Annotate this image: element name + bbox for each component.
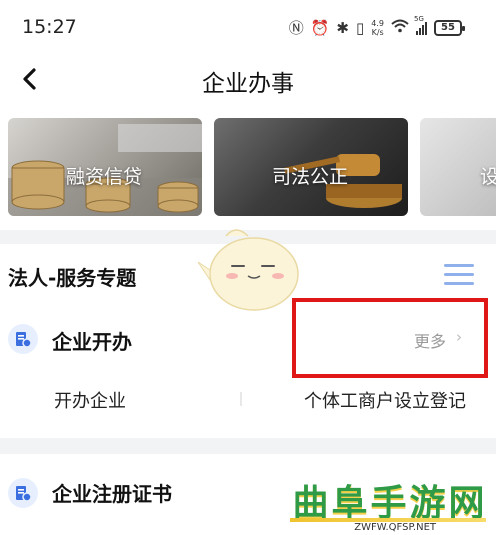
banner-finance-credit[interactable]: 融资信贷 xyxy=(8,118,202,216)
watermark-logo: 曲阜手游网 xyxy=(288,474,492,524)
category-title[interactable]: 企业注册证书 xyxy=(52,478,172,507)
nav-bar: 企业办事 xyxy=(0,56,496,106)
network-speed-value: 4.9 xyxy=(371,18,384,28)
page-title: 企业办事 xyxy=(202,71,294,97)
banner-carousel[interactable]: 融资信贷 司法公正 设 xyxy=(0,106,496,230)
certificate-icon xyxy=(8,478,38,508)
vibrate-icon: ▯ xyxy=(356,18,365,37)
status-icons: Ⓝ ⏰ ✱ ▯ 4.9 K/s 5G 55 xyxy=(288,15,465,38)
banner-label: 设 xyxy=(480,166,496,188)
list-menu-icon[interactable] xyxy=(444,262,474,288)
network-speed-unit: K/s xyxy=(371,27,384,37)
highlight-box xyxy=(292,298,488,378)
watermark-url: ZWFW.QFSP.NET xyxy=(354,522,436,533)
status-bar: 15:27 Ⓝ ⏰ ✱ ▯ 4.9 K/s 5G 55 xyxy=(0,0,496,56)
enterprise-icon xyxy=(8,324,38,354)
banner-judicial-fairness[interactable]: 司法公正 xyxy=(214,118,408,216)
banner-label: 司法公正 xyxy=(272,166,349,188)
banner-label: 融资信贷 xyxy=(66,166,143,188)
banner-partial[interactable]: 设 xyxy=(420,118,496,216)
mascot-image xyxy=(197,229,299,311)
wifi-icon xyxy=(391,19,409,37)
signal-label: 5G xyxy=(414,14,424,23)
service-item-individual-business-registration[interactable]: 个体工商户设立登记 xyxy=(304,387,466,413)
section-title: 法人-服务专题 xyxy=(8,266,137,290)
status-time: 15:27 xyxy=(22,16,77,38)
alarm-icon: ⏰ xyxy=(310,18,330,37)
cellular-signal-icon: 5G xyxy=(414,15,427,35)
item-divider xyxy=(240,392,242,406)
battery-level: 55 xyxy=(441,22,455,33)
category-title: 企业开办 xyxy=(52,330,132,354)
battery-icon: 55 xyxy=(434,19,465,36)
bluetooth-icon: ✱ xyxy=(336,18,349,37)
network-speed: 4.9 K/s xyxy=(371,19,384,37)
service-item-open-enterprise[interactable]: 开办企业 xyxy=(54,387,126,413)
nfc-icon: Ⓝ xyxy=(288,19,304,37)
